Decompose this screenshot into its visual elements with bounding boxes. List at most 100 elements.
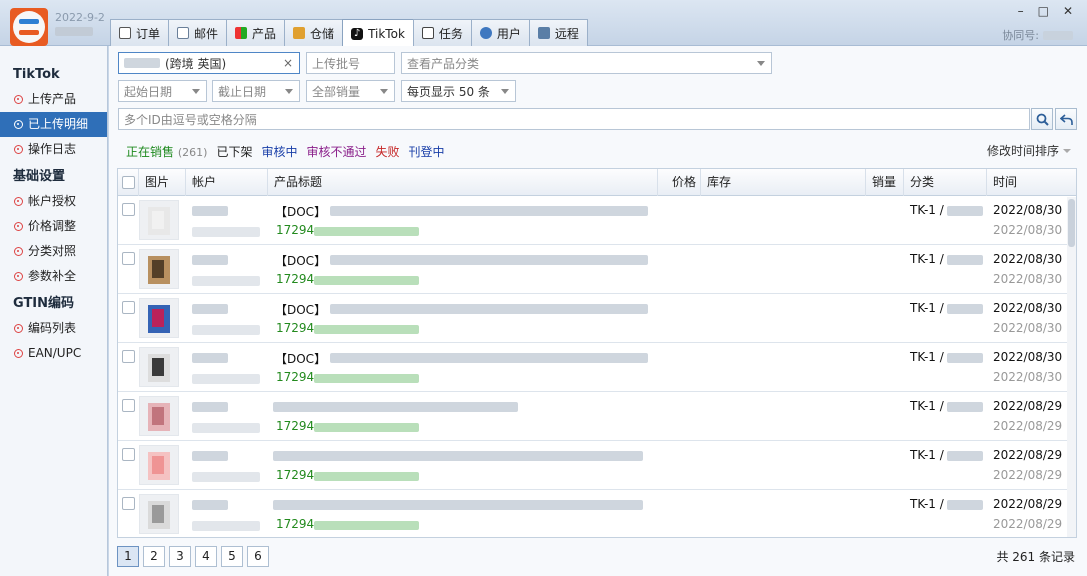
- row-checkbox[interactable]: [122, 497, 135, 510]
- sales-select[interactable]: 全部销量: [306, 80, 395, 102]
- status-tab-failed[interactable]: 失败: [375, 143, 399, 160]
- row-checkbox[interactable]: [122, 399, 135, 412]
- sidebar-item-account-auth[interactable]: 帐户授权: [0, 189, 107, 214]
- sku-redacted: [314, 472, 419, 481]
- page-button-2[interactable]: 2: [143, 546, 165, 567]
- search-button[interactable]: [1031, 108, 1053, 130]
- shop-select-value: (跨境 英国): [165, 56, 227, 71]
- row-checkbox[interactable]: [122, 252, 135, 265]
- account-redacted: [192, 500, 228, 510]
- tab-tiktok[interactable]: ♪ TikTok: [342, 19, 414, 47]
- minimize-button[interactable]: –: [1018, 4, 1024, 18]
- status-tab-rejected[interactable]: 审核不通过: [306, 143, 366, 160]
- table-row[interactable]: 【DOC】 17294 TK-1 / 2022/08/30 2022/08/30: [118, 196, 1076, 245]
- sku-prefix: 17294: [276, 419, 315, 433]
- row-checkbox[interactable]: [122, 203, 135, 216]
- tab-warehouse[interactable]: 仓储: [284, 19, 344, 46]
- title-bar: 2022-9-2 – □ ✕ 协同号: 订单 邮件 产品 仓储 ♪ TikTok: [0, 0, 1087, 47]
- search-icon: [1036, 113, 1049, 126]
- page-button-6[interactable]: 6: [247, 546, 269, 567]
- id-search-input[interactable]: 多个ID由逗号或空格分隔: [118, 108, 1030, 130]
- product-thumbnail: [139, 298, 179, 338]
- category-redacted: [947, 304, 983, 314]
- modified-date: 2022/08/29: [993, 497, 1063, 511]
- sidebar-item-ean-upc[interactable]: EAN/UPC: [0, 341, 107, 366]
- table-row[interactable]: 【DOC】 17294 TK-1 / 2022/08/30 2022/08/30: [118, 245, 1076, 294]
- category-value: TK-1 /: [910, 448, 944, 462]
- order-icon: [119, 27, 131, 39]
- sidebar-item-operation-log[interactable]: 操作日志: [0, 137, 107, 162]
- reset-button[interactable]: [1055, 108, 1077, 130]
- tab-users[interactable]: 用户: [470, 19, 530, 46]
- sku-redacted: [314, 423, 419, 432]
- title-redacted: [330, 353, 648, 363]
- page-button-3[interactable]: 3: [169, 546, 191, 567]
- table-row[interactable]: 【DOC】 17294 TK-1 / 2022/08/30 2022/08/30: [118, 294, 1076, 343]
- header-select-all[interactable]: [118, 169, 139, 196]
- status-tab-off-shelf[interactable]: 已下架: [216, 143, 252, 160]
- row-checkbox[interactable]: [122, 448, 135, 461]
- created-date: 2022/08/30: [993, 272, 1063, 286]
- row-checkbox[interactable]: [122, 350, 135, 363]
- page-button-5[interactable]: 5: [221, 546, 243, 567]
- page-button-4[interactable]: 4: [195, 546, 217, 567]
- tab-orders[interactable]: 订单: [110, 19, 170, 46]
- close-button[interactable]: ✕: [1063, 4, 1073, 18]
- tab-tasks[interactable]: 任务: [412, 19, 472, 46]
- main-tabs: 订单 邮件 产品 仓储 ♪ TikTok 任务 用户 远程: [110, 19, 588, 47]
- sku-redacted: [314, 325, 419, 334]
- window-controls: – □ ✕: [1018, 4, 1073, 18]
- table-row[interactable]: 17294 TK-1 / 2022/08/29 2022/08/29: [118, 392, 1076, 441]
- batch-input[interactable]: 上传批号: [306, 52, 395, 74]
- status-tab-on-sale[interactable]: 正在销售 (261): [126, 143, 207, 160]
- maximize-button[interactable]: □: [1038, 4, 1049, 18]
- title-redacted: [273, 451, 643, 461]
- sidebar-item-price-adjust[interactable]: 价格调整: [0, 214, 107, 239]
- account-sub-redacted: [192, 374, 260, 384]
- shop-select[interactable]: (跨境 英国) ×: [118, 52, 300, 74]
- sku-redacted: [314, 521, 419, 530]
- sidebar-group-basic-settings: 基础设置: [13, 169, 66, 184]
- user-icon: [479, 27, 492, 39]
- tab-remote[interactable]: 远程: [528, 19, 588, 46]
- status-tab-publishing[interactable]: 刊登中: [409, 143, 445, 160]
- table-row[interactable]: 17294 TK-1 / 2022/08/29 2022/08/29: [118, 441, 1076, 490]
- sidebar-item-category-map[interactable]: 分类对照: [0, 239, 107, 264]
- table-row[interactable]: 【DOC】 17294 TK-1 / 2022/08/30 2022/08/30: [118, 343, 1076, 392]
- account-redacted: [192, 206, 228, 216]
- remote-icon: [537, 27, 550, 39]
- coop-value-redacted: [1043, 30, 1073, 40]
- sidebar-item-uploaded-details[interactable]: 已上传明细: [0, 112, 107, 137]
- sidebar-item-label: 参数补全: [28, 269, 77, 283]
- header-stock: 库存: [701, 169, 866, 196]
- table-row[interactable]: 17294 TK-1 / 2022/08/29 2022/08/29: [118, 490, 1076, 537]
- tab-products[interactable]: 产品: [226, 19, 286, 46]
- sort-select[interactable]: 修改时间排序: [987, 142, 1071, 159]
- created-date: 2022/08/30: [993, 370, 1063, 384]
- header-time: 时间: [993, 175, 1018, 189]
- sidebar-item-upload-product[interactable]: 上传产品: [0, 87, 107, 112]
- category-select[interactable]: 查看产品分类: [401, 52, 772, 74]
- sku-prefix: 17294: [276, 321, 315, 335]
- status-tab-reviewing[interactable]: 审核中: [261, 143, 297, 160]
- end-date-select[interactable]: 截止日期: [212, 80, 300, 102]
- product-thumbnail: [139, 200, 179, 240]
- row-checkbox[interactable]: [122, 301, 135, 314]
- product-table: 图片 帐户 产品标题 价格 库存 销量 分类 时间 【DOC】 17294 TK-1…: [117, 168, 1077, 538]
- account-sub-redacted: [192, 472, 260, 482]
- scrollbar-thumb[interactable]: [1068, 199, 1075, 247]
- vertical-scrollbar[interactable]: [1067, 197, 1076, 537]
- tab-label: 用户: [496, 26, 521, 41]
- sidebar-item-param-complete[interactable]: 参数补全: [0, 264, 107, 289]
- clear-icon[interactable]: ×: [283, 56, 293, 70]
- page-size-select[interactable]: 每页显示 50 条: [401, 80, 516, 102]
- header-sales: 销量: [866, 169, 904, 196]
- doc-tag: 【DOC】: [275, 254, 327, 268]
- tab-mail[interactable]: 邮件: [168, 19, 228, 46]
- start-date-select[interactable]: 起始日期: [118, 80, 207, 102]
- modified-date: 2022/08/30: [993, 350, 1063, 364]
- chevron-down-icon: [285, 89, 293, 94]
- page-button-1[interactable]: 1: [117, 546, 139, 567]
- sidebar-item-code-list[interactable]: 编码列表: [0, 316, 107, 341]
- sku-prefix: 17294: [276, 223, 315, 237]
